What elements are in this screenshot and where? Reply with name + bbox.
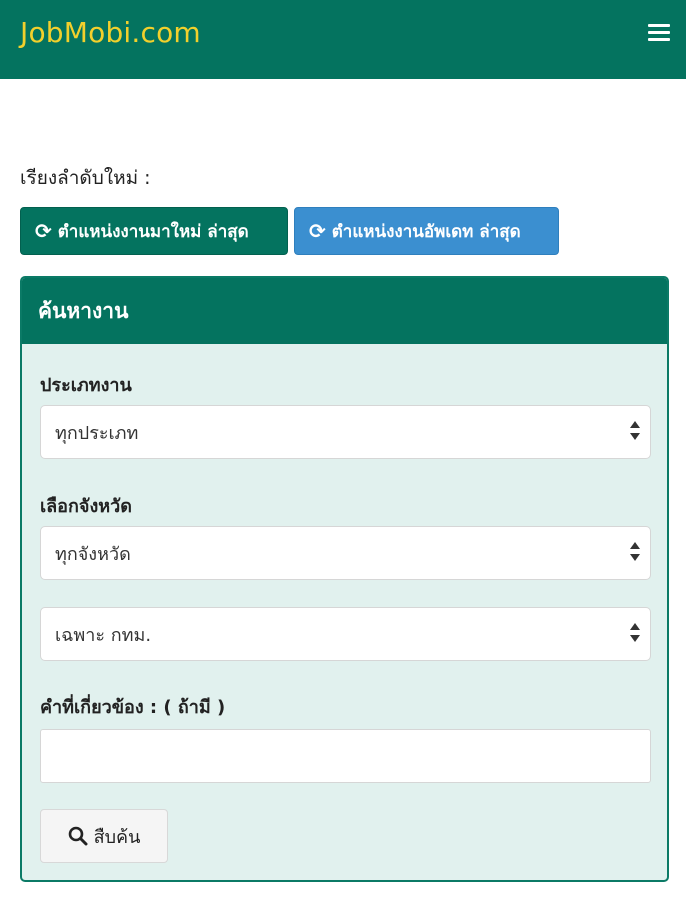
magnifier-icon	[68, 826, 88, 846]
sort-updated-button[interactable]: ⟳ ตำแหน่งงานอัพเดท ล่าสุด	[294, 207, 559, 255]
brand-logo[interactable]: JobMobi.com	[20, 16, 201, 49]
sort-label: เรียงลำดับใหม่ :	[20, 167, 151, 189]
select-caret-icon	[630, 421, 640, 443]
keyword-input[interactable]	[40, 729, 651, 783]
area-value: เฉพาะ กทม.	[55, 624, 152, 646]
sort-newest-label: ตำแหน่งงานมาใหม่ ล่าสุด	[57, 221, 249, 242]
area-select[interactable]: เฉพาะ กทม.	[40, 607, 651, 661]
refresh-icon: ⟳	[309, 219, 326, 243]
job-type-select[interactable]: ทุกประเภท	[40, 405, 651, 459]
job-search-panel: ค้นหางาน ประเภทงาน ทุกประเภท เลือกจังหวั…	[20, 276, 669, 882]
job-type-value: ทุกประเภท	[55, 422, 139, 444]
job-type-label: ประเภทงาน	[40, 375, 132, 396]
sort-updated-label: ตำแหน่งงานอัพเดท ล่าสุด	[331, 221, 521, 242]
province-label: เลือกจังหวัด	[40, 496, 132, 517]
select-caret-icon	[630, 623, 640, 645]
province-value: ทุกจังหวัด	[55, 543, 131, 565]
province-select[interactable]: ทุกจังหวัด	[40, 526, 651, 580]
refresh-icon: ⟳	[35, 219, 52, 243]
select-caret-icon	[630, 542, 640, 564]
sort-newest-button[interactable]: ⟳ ตำแหน่งงานมาใหม่ ล่าสุด	[20, 207, 288, 255]
search-button[interactable]: สืบค้น	[40, 809, 168, 863]
panel-title: ค้นหางาน	[22, 278, 667, 344]
keyword-label: คำที่เกี่ยวข้อง : ( ถ้ามี )	[40, 697, 226, 718]
hamburger-menu-icon[interactable]	[648, 24, 670, 46]
search-button-label: สืบค้น	[93, 826, 141, 848]
top-navbar: JobMobi.com	[0, 0, 686, 79]
